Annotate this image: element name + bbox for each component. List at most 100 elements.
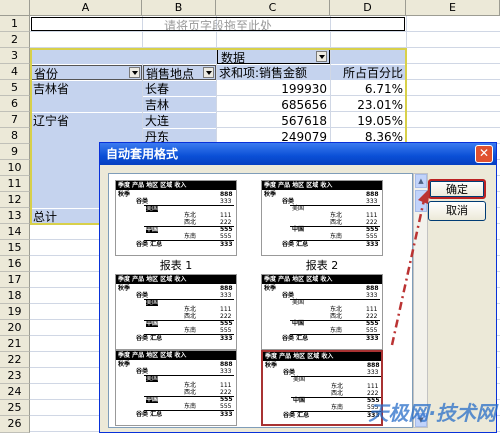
format-preview-5[interactable]: 季度 产品 地区 区域 收入 秋季 888 谷类 333 美国 东北 111 西北 222 中国 55… — [115, 350, 237, 426]
preview-text: 中国 — [293, 397, 306, 404]
row-header[interactable]: 16 — [0, 256, 30, 272]
chevron-down-icon[interactable] — [316, 51, 327, 62]
preview-text: 东南 — [184, 327, 197, 334]
preview-text: 东北 — [184, 212, 197, 219]
select-all-corner[interactable] — [0, 0, 30, 16]
row-header[interactable]: 8 — [0, 128, 30, 144]
preview-rule — [144, 205, 234, 206]
city-cell[interactable]: 吉林 — [143, 97, 216, 112]
row-header[interactable]: 17 — [0, 272, 30, 288]
pct-cell[interactable]: 19.05% — [331, 113, 406, 128]
ok-button[interactable]: 确定 — [428, 179, 486, 199]
format-preview-4[interactable]: 季度 产品 地区 区域 收入 秋季 888 谷类 333 美国 东北 111 西北 222 中国 55… — [261, 274, 383, 350]
preview-text: 中国 — [146, 320, 159, 327]
preview-text: 东南 — [184, 233, 197, 240]
row-header[interactable]: 6 — [0, 96, 30, 112]
preview-text: 谷类 汇总 — [282, 335, 309, 342]
row-header[interactable]: 4 — [0, 64, 30, 80]
preview-text: 东北 — [184, 382, 197, 389]
chevron-down-icon[interactable] — [203, 67, 214, 78]
preview-text: 111 — [220, 382, 232, 389]
format-preview-3[interactable]: 季度 产品 地区 区域 收入 秋季 888 谷类 333 美国 东北 111 西北 222 中国 55… — [115, 274, 237, 350]
row-header[interactable]: 15 — [0, 240, 30, 256]
column-header-a[interactable]: A — [30, 0, 142, 16]
scroll-thumb[interactable] — [415, 190, 427, 212]
row-header[interactable]: 5 — [0, 80, 30, 96]
preview-text: 东北 — [330, 306, 343, 313]
preview-text: 秋季 — [118, 361, 131, 368]
preview-text: 西北 — [330, 313, 343, 320]
preview-header-text: 季度 产品 地区 区域 收入 — [264, 276, 333, 283]
row-header[interactable]: 3 — [0, 48, 30, 64]
preview-text: 谷类 — [282, 292, 295, 299]
row-header[interactable]: 11 — [0, 176, 30, 192]
data-field-button[interactable]: 数据 — [217, 49, 330, 64]
cancel-button[interactable]: 取消 — [428, 201, 486, 221]
preview-text: 东北 — [184, 306, 197, 313]
row-header[interactable]: 21 — [0, 336, 30, 352]
row-header[interactable]: 22 — [0, 352, 30, 368]
row-header[interactable]: 12 — [0, 192, 30, 208]
format-caption-1[interactable]: 报表 1 — [115, 259, 237, 272]
row-header[interactable]: 1 — [0, 16, 30, 32]
preview-text: 888 — [366, 191, 379, 198]
sum-cell[interactable]: 567618 — [217, 113, 330, 128]
pct-cell[interactable]: 23.01% — [331, 97, 406, 112]
preview-rule — [290, 299, 380, 300]
row-header[interactable]: 14 — [0, 224, 30, 240]
preview-text: 888 — [366, 285, 379, 292]
column-header-b[interactable]: B — [142, 0, 216, 16]
chevron-down-icon[interactable] — [129, 67, 140, 78]
preview-text: 333 — [220, 411, 233, 418]
close-button[interactable]: ✕ — [475, 145, 493, 163]
row-header[interactable]: 10 — [0, 160, 30, 176]
row-header[interactable]: 24 — [0, 384, 30, 400]
row-header[interactable]: 19 — [0, 304, 30, 320]
column-header-d[interactable]: D — [330, 0, 406, 16]
preview-header-text: 季度 产品 地区 区域 收入 — [118, 182, 187, 189]
column-header-e[interactable]: E — [406, 0, 500, 16]
dialog-titlebar[interactable]: 自动套用格式 ✕ — [100, 143, 496, 165]
preview-text: 中国 — [146, 396, 159, 403]
preview-header-text: 季度 产品 地区 区域 收入 — [264, 182, 333, 189]
row-header[interactable]: 25 — [0, 400, 30, 416]
row-header[interactable]: 2 — [0, 32, 30, 48]
preview-rule — [290, 320, 380, 321]
scroll-up-icon[interactable]: ▲ — [415, 174, 427, 188]
format-preview-2[interactable]: 季度 产品 地区 区域 收入 秋季 888 谷类 333 美国 东北 111 西北 222 中国 55… — [261, 180, 383, 256]
preview-text: 222 — [220, 389, 232, 396]
city-cell[interactable]: 大连 — [143, 113, 216, 128]
preview-rule — [144, 396, 234, 397]
preview-text: 谷类 — [282, 198, 295, 205]
format-caption-2[interactable]: 报表 2 — [261, 259, 383, 272]
row-header[interactable]: 18 — [0, 288, 30, 304]
province-field-button[interactable]: 省份 — [31, 65, 142, 80]
preview-text: 谷类 — [136, 198, 149, 205]
province-cell[interactable]: 吉林省 — [31, 81, 142, 112]
preview-text: 222 — [220, 313, 232, 320]
preview-text: 西北 — [331, 390, 344, 397]
pct-cell[interactable]: 6.71% — [331, 81, 406, 96]
gallery-scrollbar[interactable]: ▲ ▼ — [413, 173, 428, 428]
preview-text: 西北 — [330, 219, 343, 226]
sum-cell[interactable]: 199930 — [217, 81, 330, 96]
preview-rule — [144, 240, 234, 241]
row-header[interactable]: 9 — [0, 144, 30, 160]
close-icon: ✕ — [478, 146, 490, 160]
format-preview-1[interactable]: 季度 产品 地区 区域 收入 秋季 888 谷类 333 美国 东北 111 西北 222 中国 55… — [115, 180, 237, 256]
row-header[interactable]: 26 — [0, 416, 30, 433]
preview-text: 美国 — [293, 376, 306, 383]
preview-text: 美国 — [146, 299, 159, 306]
row-header[interactable]: 7 — [0, 112, 30, 128]
page-field-drop-zone[interactable]: 请将页字段拖至此处 — [31, 17, 405, 31]
row-header[interactable]: 23 — [0, 368, 30, 384]
preview-text: 333 — [220, 335, 233, 342]
city-cell[interactable]: 长春 — [143, 81, 216, 96]
column-header-c[interactable]: C — [216, 0, 330, 16]
preview-text: 东南 — [331, 404, 344, 411]
sum-cell[interactable]: 685656 — [217, 97, 330, 112]
format-gallery[interactable]: 季度 产品 地区 区域 收入 秋季 888 谷类 333 美国 东北 111 西北 222 中国 55… — [108, 173, 413, 428]
row-header[interactable]: 13 — [0, 208, 30, 224]
preview-rule — [290, 205, 380, 206]
row-header[interactable]: 20 — [0, 320, 30, 336]
